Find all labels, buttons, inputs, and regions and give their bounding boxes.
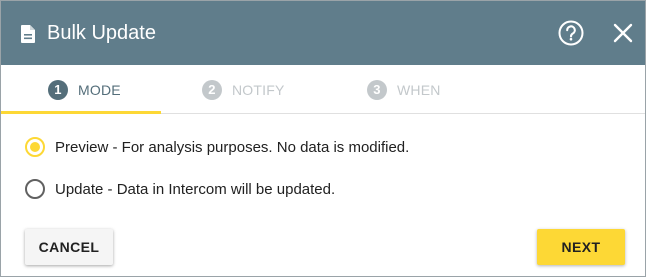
active-step-indicator xyxy=(1,111,161,114)
preview-radio[interactable] xyxy=(25,137,45,157)
step-label: MODE xyxy=(78,81,121,98)
preview-option[interactable]: Preview - For analysis purposes. No data… xyxy=(25,137,409,157)
stepper: 1 MODE 2 NOTIFY 3 WHEN xyxy=(1,65,645,114)
step-when[interactable]: 3 WHEN xyxy=(367,65,441,114)
step-notify[interactable]: 2 NOTIFY xyxy=(202,65,285,114)
cancel-button[interactable]: CANCEL xyxy=(25,229,113,265)
dialog-header: Bulk Update xyxy=(1,1,645,65)
dialog-title: Bulk Update xyxy=(47,22,156,44)
bulk-update-dialog: Bulk Update 1 MODE 2 NOTIFY 3 WHEN Previ… xyxy=(0,0,646,277)
update-radio[interactable] xyxy=(25,179,45,199)
document-icon xyxy=(21,25,35,43)
help-icon[interactable] xyxy=(558,20,584,46)
update-option-label: Update - Data in Intercom will be update… xyxy=(55,180,336,198)
preview-option-label: Preview - For analysis purposes. No data… xyxy=(55,138,410,156)
step-number: 3 xyxy=(367,79,387,100)
step-label: NOTIFY xyxy=(232,81,285,98)
close-icon[interactable] xyxy=(612,22,634,44)
step-label: WHEN xyxy=(397,81,441,98)
step-mode[interactable]: 1 MODE xyxy=(48,65,121,114)
next-button[interactable]: NEXT xyxy=(537,229,625,265)
step-number: 2 xyxy=(202,79,222,100)
update-option[interactable]: Update - Data in Intercom will be update… xyxy=(25,179,335,199)
step-number: 1 xyxy=(48,79,68,100)
